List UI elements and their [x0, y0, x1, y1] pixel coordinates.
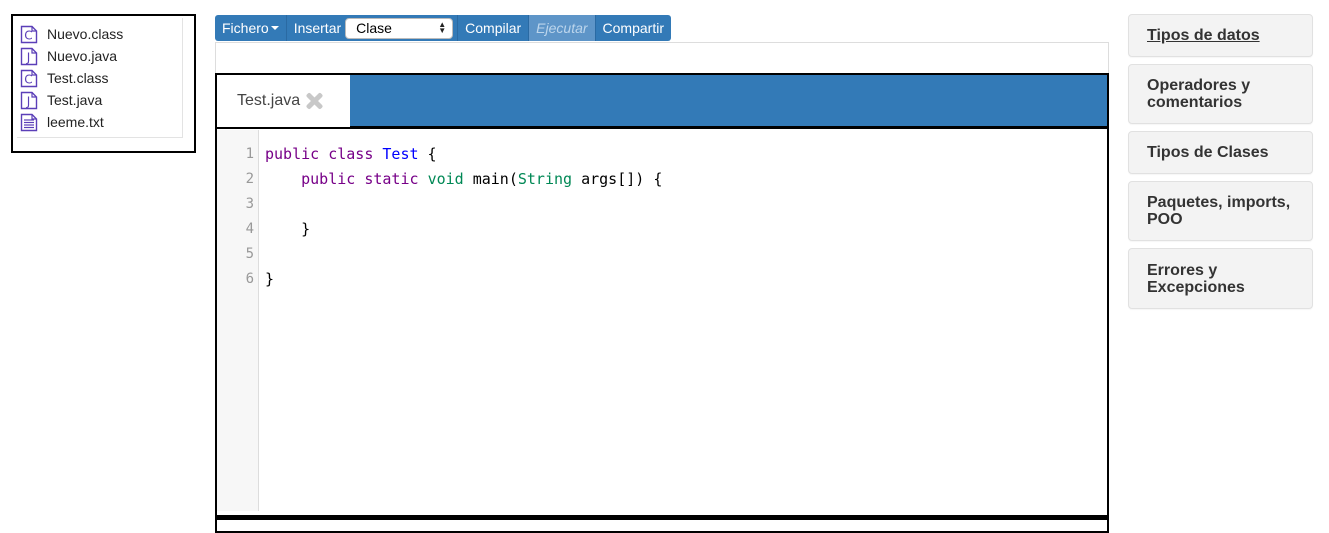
- sidebar-item-operadores[interactable]: Operadores y comentarios: [1128, 64, 1313, 124]
- text-file-icon: [20, 113, 38, 132]
- line-number: 3: [245, 196, 254, 212]
- sidebar-item-label: Paquetes, imports, POO: [1147, 194, 1291, 228]
- line-number: 4: [245, 221, 254, 237]
- code-area[interactable]: 1 2 3 4 5 6 public class Test { public s…: [217, 130, 1107, 531]
- file-name: Test.java: [47, 92, 103, 108]
- java-file-icon: J: [20, 91, 38, 110]
- code-token: Test: [382, 145, 419, 163]
- insert-label: Insertar: [293, 20, 342, 36]
- file-item[interactable]: C Nuevo.class: [20, 23, 123, 45]
- sidebar-item-label: Errores y Excepciones: [1147, 261, 1245, 296]
- code-token: }: [265, 270, 275, 288]
- file-item[interactable]: J Nuevo.java: [20, 45, 117, 67]
- svg-text:J: J: [26, 94, 31, 108]
- code-line: }: [265, 270, 274, 288]
- sidebar-item-label: Tipos de Clases: [1147, 144, 1269, 161]
- file-name: Test.class: [47, 70, 109, 86]
- code-editor: Test.java 1 2 3 4 5 6 public class Test …: [215, 73, 1109, 533]
- code-token: public static: [265, 170, 428, 188]
- file-item[interactable]: J Test.java: [20, 89, 102, 111]
- code-line: public static void main(String args[]) {: [265, 170, 662, 188]
- sidebar-item-label: Operadores y comentarios: [1147, 77, 1251, 111]
- line-number: 1: [245, 146, 254, 162]
- line-number: 2: [245, 171, 254, 187]
- code-token: {: [418, 145, 437, 163]
- file-menu-label: Fichero: [222, 20, 269, 36]
- svg-text:C: C: [24, 28, 32, 42]
- class-file-icon: C: [20, 25, 38, 44]
- editor-bottom-border: [215, 515, 1109, 520]
- code-token: args[]) {: [572, 170, 663, 188]
- share-label: Compartir: [602, 20, 664, 36]
- file-item[interactable]: C Test.class: [20, 67, 108, 89]
- sidebar-item-label: Tipos de datos: [1147, 27, 1260, 44]
- file-name: Nuevo.class: [47, 26, 124, 42]
- sidebar-item-tipos-de-clases[interactable]: Tipos de Clases: [1128, 131, 1313, 174]
- sidebar-item-tipos-de-datos[interactable]: Tipos de datos: [1128, 14, 1313, 57]
- file-name: leeme.txt: [47, 114, 104, 130]
- sidebar-item-errores[interactable]: Errores y Excepciones: [1128, 248, 1313, 309]
- tab-test-java[interactable]: Test.java: [217, 75, 350, 127]
- line-number-gutter: 1 2 3 4 5 6: [217, 130, 259, 511]
- select-arrows-icon: ▲ ▼: [438, 20, 447, 35]
- java-file-icon: J: [20, 47, 38, 66]
- code-token: String: [517, 170, 573, 188]
- close-tab-icon[interactable]: [305, 92, 323, 110]
- svg-text:J: J: [26, 50, 31, 64]
- compile-button[interactable]: Compilar: [458, 15, 530, 41]
- file-list: C Nuevo.class J Nuevo.java C Test.class …: [17, 18, 183, 138]
- code-token: main(: [463, 170, 518, 188]
- code-token: public class: [265, 145, 383, 163]
- run-button[interactable]: Ejecutar: [529, 15, 596, 41]
- code-line: public class Test {: [265, 145, 437, 163]
- code-token: void: [427, 170, 464, 188]
- insert-select-value: Clase: [356, 20, 392, 36]
- share-button[interactable]: Compartir: [595, 15, 671, 41]
- insert-group: Insertar Clase ▲ ▼: [286, 15, 459, 41]
- svg-text:C: C: [24, 72, 32, 86]
- tab-label: Test.java: [237, 92, 301, 109]
- class-file-icon: C: [20, 69, 38, 88]
- editor-toolbar: Fichero Insertar Clase ▲ ▼ Compilar Ejecu…: [215, 15, 671, 41]
- line-number: 5: [245, 246, 254, 262]
- code-token: }: [265, 220, 311, 238]
- file-menu-button[interactable]: Fichero: [215, 15, 287, 41]
- run-label: Ejecutar: [536, 20, 588, 36]
- file-item[interactable]: leeme.txt: [20, 111, 104, 133]
- compile-label: Compilar: [465, 20, 522, 36]
- caret-down-icon: [270, 26, 279, 30]
- code-line: }: [265, 220, 310, 238]
- line-number: 6: [245, 271, 254, 287]
- insert-type-select[interactable]: Clase ▲ ▼: [345, 17, 454, 39]
- file-name: Nuevo.java: [47, 48, 118, 64]
- file-browser-panel: C Nuevo.class J Nuevo.java C Test.class …: [11, 14, 196, 153]
- editor-tab-bar: Test.java: [217, 75, 1107, 129]
- sidebar-item-paquetes[interactable]: Paquetes, imports, POO: [1128, 181, 1313, 241]
- output-area: [215, 42, 1109, 74]
